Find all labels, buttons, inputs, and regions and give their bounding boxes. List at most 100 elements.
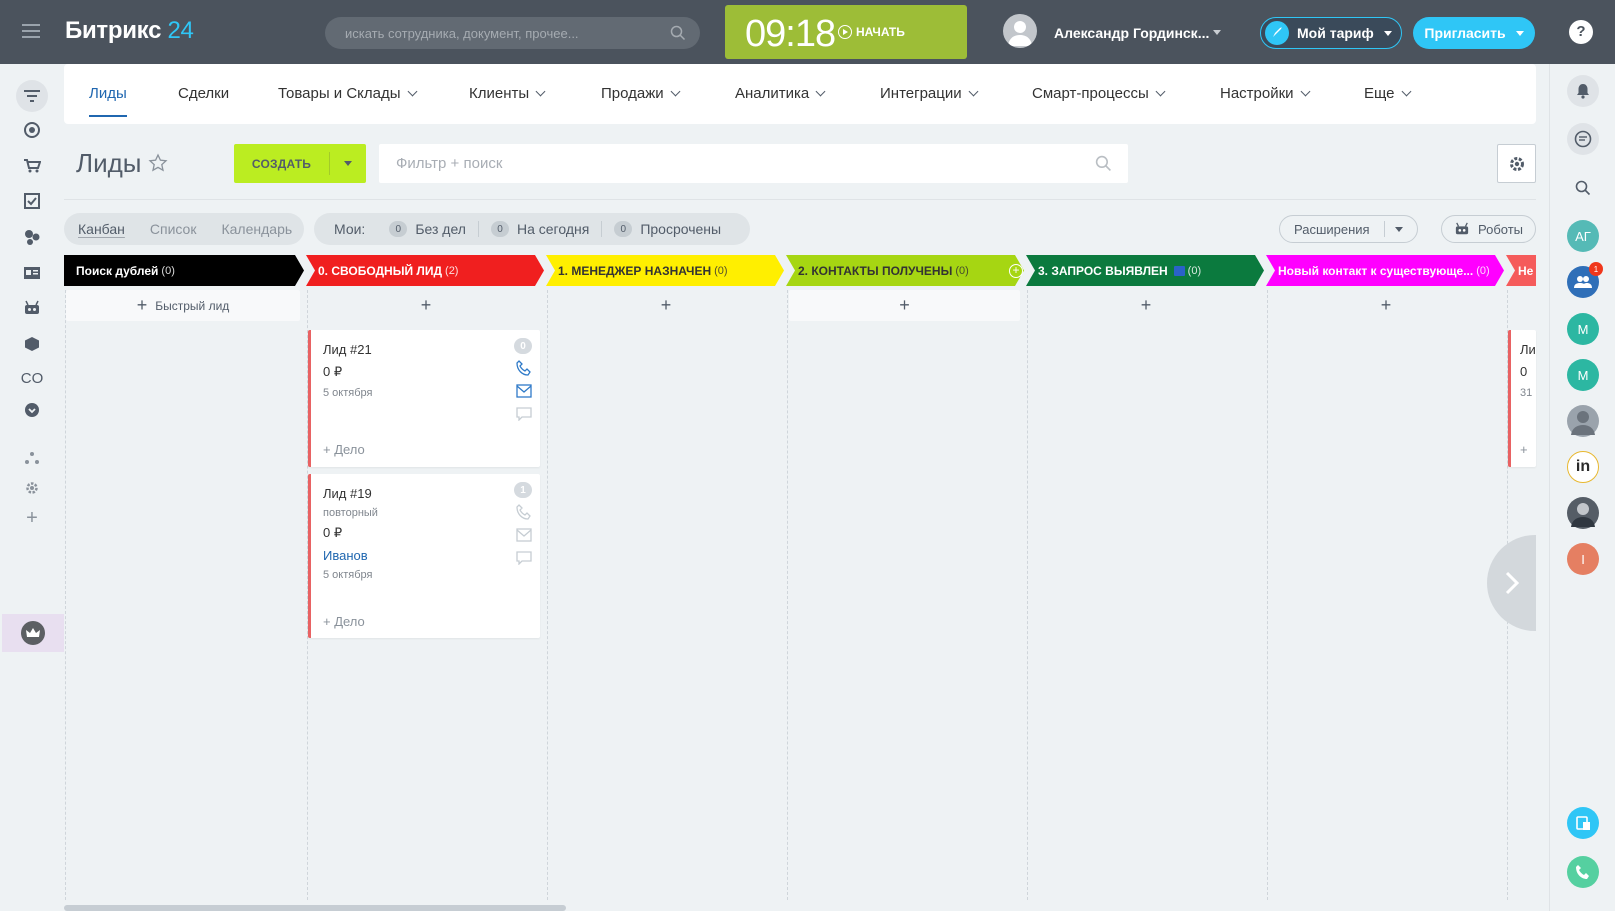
- add-card-button[interactable]: +: [549, 290, 783, 321]
- my-tariff-button[interactable]: Мой тариф: [1260, 17, 1402, 49]
- robot-icon: [1455, 222, 1469, 235]
- contact-avatar[interactable]: I: [1567, 543, 1599, 575]
- lead-title[interactable]: Лид #21: [323, 342, 372, 357]
- tab-more[interactable]: Еще: [1364, 85, 1411, 102]
- worktime-start-button[interactable]: НАЧАТЬ: [838, 25, 905, 39]
- view-list[interactable]: Список: [150, 221, 197, 237]
- user-name[interactable]: Александр Гординск...: [1054, 25, 1209, 41]
- add-activity-button[interactable]: + Дело: [323, 442, 365, 457]
- lead-title[interactable]: Лид #19: [323, 486, 372, 501]
- scroll-right-button[interactable]: [1487, 535, 1536, 631]
- tasks-checkbox-icon[interactable]: [18, 187, 46, 215]
- co-icon[interactable]: CO: [18, 364, 46, 392]
- box-icon[interactable]: [18, 330, 46, 358]
- lead-card[interactable]: Ли 0 31 +: [1508, 330, 1536, 467]
- counter-today[interactable]: 0 На сегодня: [477, 221, 601, 237]
- view-kanban[interactable]: Канбан: [78, 221, 125, 237]
- tab-smart-processes[interactable]: Смарт-процессы: [1032, 85, 1166, 102]
- tab-leads[interactable]: Лиды: [89, 85, 127, 117]
- worktime-widget[interactable]: 09:18 НАЧАТЬ: [725, 5, 967, 59]
- extensions-button[interactable]: Расширения: [1279, 215, 1418, 243]
- counter-overdue[interactable]: 0 Просрочены: [601, 221, 733, 237]
- hierarchy-icon[interactable]: [18, 444, 46, 472]
- stage-header[interactable]: 2. КОНТАКТЫ ПОЛУЧЕНЫ (0): [786, 255, 1024, 286]
- robots-button[interactable]: Роботы: [1441, 215, 1536, 243]
- crown-item[interactable]: [2, 614, 64, 652]
- contact-avatar[interactable]: АГ: [1567, 220, 1599, 252]
- add-card-button[interactable]: +: [1029, 290, 1263, 321]
- tab-analytics[interactable]: Аналитика: [735, 85, 826, 102]
- tab-products[interactable]: Товары и Склады: [278, 85, 417, 102]
- plus-icon: +: [1380, 295, 1392, 315]
- user-photo-avatar[interactable]: [1567, 405, 1599, 437]
- add-card-button[interactable]: +: [309, 290, 543, 321]
- mail-icon[interactable]: [516, 384, 532, 398]
- tab-sales[interactable]: Продажи: [601, 85, 681, 102]
- search-icon[interactable]: [1095, 155, 1112, 172]
- tab-clients[interactable]: Клиенты: [469, 85, 546, 102]
- group-chat-avatar[interactable]: 1: [1567, 262, 1603, 298]
- screen-share-icon[interactable]: [1567, 807, 1599, 839]
- target-icon[interactable]: [18, 116, 46, 144]
- add-activity-button[interactable]: + Дело: [323, 614, 365, 629]
- user-photo-avatar[interactable]: [1567, 497, 1599, 529]
- create-button[interactable]: СОЗДАТЬ: [234, 144, 366, 183]
- stage-header[interactable]: Не: [1506, 255, 1536, 286]
- add-card-button[interactable]: +: [789, 290, 1020, 321]
- phone-call-icon[interactable]: [1567, 856, 1599, 888]
- add-stage-icon[interactable]: +: [1009, 264, 1023, 278]
- quick-lead-button[interactable]: + Быстрый лид: [66, 290, 300, 321]
- stage-header[interactable]: Поиск дублей (0): [64, 255, 304, 286]
- pie-chart-icon[interactable]: [18, 223, 46, 251]
- add-card-button[interactable]: +: [1269, 290, 1503, 321]
- horizontal-scrollbar[interactable]: [64, 905, 566, 911]
- settings-button[interactable]: [1497, 144, 1536, 183]
- phone-icon[interactable]: [516, 504, 532, 520]
- help-icon[interactable]: ?: [1569, 20, 1593, 44]
- global-search-input[interactable]: [325, 17, 645, 49]
- menu-icon[interactable]: [22, 24, 40, 38]
- invite-button[interactable]: Пригласить: [1413, 17, 1535, 49]
- filter-search-input[interactable]: [379, 144, 1059, 183]
- view-calendar[interactable]: Календарь: [221, 221, 292, 237]
- tab-settings[interactable]: Настройки: [1220, 85, 1311, 102]
- contact-avatar[interactable]: М: [1567, 313, 1599, 345]
- cart-icon[interactable]: [18, 152, 46, 180]
- counter-label: На сегодня: [516, 221, 590, 237]
- search-icon[interactable]: [1567, 172, 1599, 204]
- linkedin-avatar[interactable]: in: [1567, 451, 1599, 483]
- contact-card-icon[interactable]: [18, 259, 46, 287]
- stage-header[interactable]: 1. МЕНЕДЖЕР НАЗНАЧЕН (0): [546, 255, 784, 286]
- mail-icon[interactable]: [516, 528, 532, 542]
- lead-title[interactable]: Ли: [1520, 342, 1536, 357]
- phone-icon[interactable]: [516, 360, 532, 376]
- filter-search[interactable]: [379, 144, 1128, 183]
- messenger-icon[interactable]: [1567, 123, 1599, 155]
- star-icon[interactable]: [148, 153, 168, 173]
- chat-icon[interactable]: [516, 551, 532, 565]
- contact-avatar[interactable]: М: [1567, 359, 1599, 391]
- create-dropdown-toggle[interactable]: [330, 161, 366, 166]
- chat-icon[interactable]: [516, 407, 532, 421]
- stage-header[interactable]: 3. ЗАПРОС ВЫЯВЛЕН (0): [1026, 255, 1264, 286]
- logo[interactable]: Битрикс 24: [65, 17, 194, 45]
- stage-header[interactable]: 0. СВОБОДНЫЙ ЛИД (2): [306, 255, 544, 286]
- tab-integrations[interactable]: Интеграции: [880, 85, 979, 102]
- lead-card[interactable]: Лид #21 0 0 ₽ 5 октября + Дело: [308, 330, 540, 467]
- bell-icon[interactable]: [1567, 75, 1599, 107]
- check-circle-icon[interactable]: [18, 396, 46, 424]
- user-menu-caret-icon[interactable]: [1213, 30, 1221, 35]
- global-search[interactable]: [325, 17, 700, 49]
- tab-deals[interactable]: Сделки: [178, 85, 229, 102]
- filter-funnel-icon[interactable]: [16, 80, 48, 112]
- counter-no-tasks[interactable]: 0 Без дел: [377, 221, 478, 237]
- add-activity-button[interactable]: +: [1520, 442, 1528, 457]
- robot-icon[interactable]: [18, 294, 46, 322]
- gear-icon[interactable]: [18, 474, 46, 502]
- lead-card[interactable]: Лид #19 1 повторный 0 ₽ Иванов 5 октября…: [308, 474, 540, 638]
- add-icon[interactable]: +: [18, 504, 46, 532]
- stage-header[interactable]: Новый контакт к существующе... (0): [1266, 255, 1504, 286]
- search-icon[interactable]: [670, 25, 686, 41]
- lead-contact-link[interactable]: Иванов: [323, 548, 368, 563]
- user-avatar[interactable]: [1003, 14, 1037, 48]
